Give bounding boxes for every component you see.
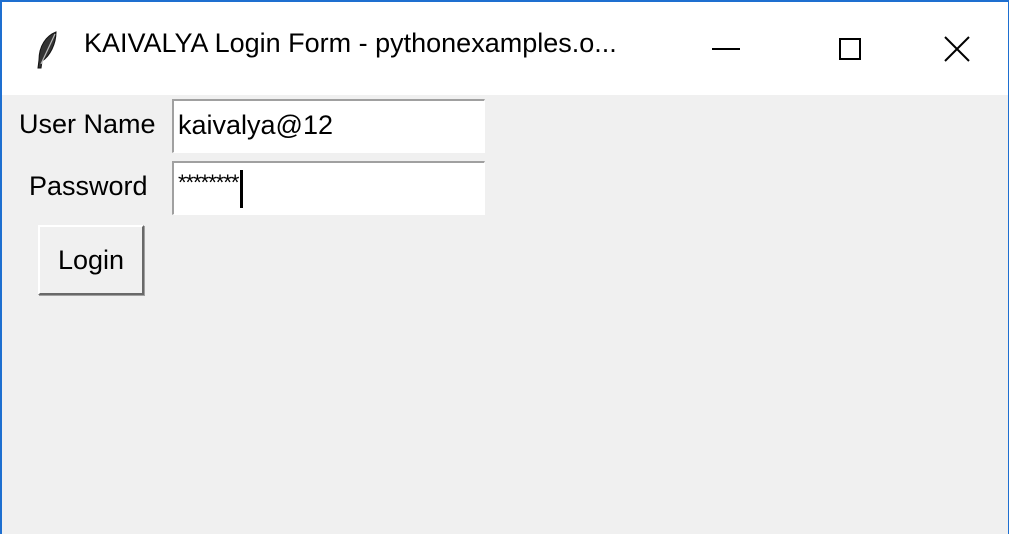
- password-value: ********: [178, 170, 239, 195]
- minimize-icon: [712, 47, 740, 50]
- password-label: Password: [29, 171, 148, 201]
- form-area: User Name kaivalya@12 Password ******** …: [2, 95, 1008, 534]
- minimize-button[interactable]: [666, 2, 786, 95]
- password-field[interactable]: ********: [172, 161, 485, 215]
- window-title: KAIVALYA Login Form - pythonexamples.o..…: [84, 28, 617, 58]
- username-field[interactable]: kaivalya@12: [172, 99, 485, 153]
- app-window: KAIVALYA Login Form - pythonexamples.o..…: [0, 0, 1009, 534]
- text-cursor: [239, 169, 243, 208]
- close-icon: [944, 35, 970, 62]
- username-label: User Name: [19, 109, 156, 139]
- login-button[interactable]: Login: [38, 225, 144, 295]
- close-button[interactable]: [905, 2, 1009, 95]
- feather-icon: [37, 31, 57, 69]
- maximize-button[interactable]: [790, 2, 910, 95]
- title-bar[interactable]: KAIVALYA Login Form - pythonexamples.o..…: [2, 2, 1008, 95]
- maximize-icon: [839, 37, 861, 60]
- username-value: kaivalya@12: [178, 110, 333, 140]
